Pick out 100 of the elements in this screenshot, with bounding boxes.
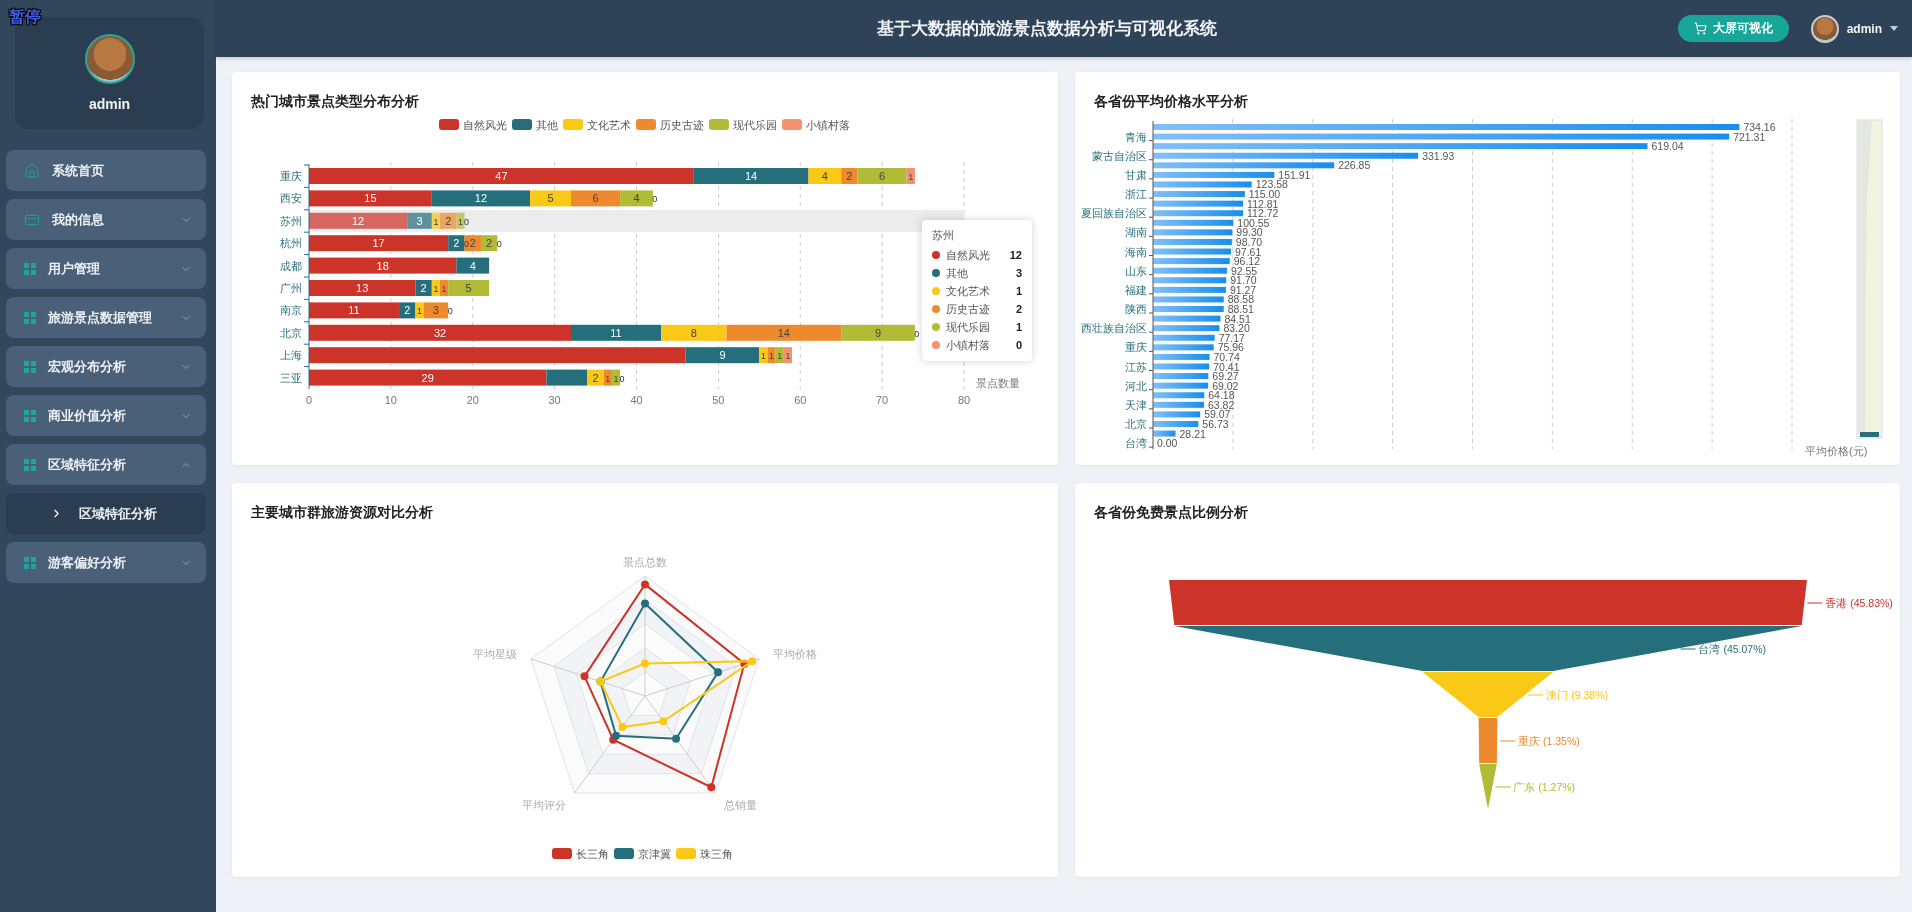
bar-segment bbox=[775, 347, 784, 364]
data-label: 1 bbox=[457, 216, 463, 227]
tick-label: 10 bbox=[384, 394, 397, 406]
submenu-item[interactable]: 区域特征分析 bbox=[6, 493, 206, 534]
axis-label: 三亚 bbox=[280, 371, 302, 384]
legend-label: 自然风光 bbox=[463, 119, 507, 131]
leader-line bbox=[1680, 648, 1696, 650]
data-label: 1 bbox=[605, 373, 611, 384]
axis-label: 杭州 bbox=[280, 237, 302, 250]
legend-item[interactable]: 历史古迹 bbox=[636, 119, 704, 131]
axis-label: 上海 bbox=[280, 349, 302, 362]
app-title: 基于大数据的旅游景点数据分析与可视化系统 bbox=[875, 18, 1218, 40]
grid-icon bbox=[24, 458, 36, 471]
caret-icon[interactable] bbox=[1890, 26, 1898, 31]
data-label: 1 bbox=[908, 172, 914, 182]
menu-item[interactable]: 游客偏好分析 bbox=[6, 542, 206, 583]
bar bbox=[1153, 373, 1209, 380]
data-label: 4 bbox=[821, 170, 828, 182]
data-label: 0 bbox=[464, 216, 470, 227]
data-label: 4 bbox=[633, 192, 640, 205]
zoom-slider-drawing[interactable] bbox=[1856, 119, 1883, 439]
grid-icon bbox=[24, 556, 36, 569]
tooltip-value: 3 bbox=[1015, 267, 1022, 279]
menu-item[interactable]: 用户管理 bbox=[6, 248, 206, 289]
indicator-label: 平均价格 bbox=[772, 648, 817, 661]
data-label: 12 bbox=[474, 192, 488, 205]
leader-line bbox=[1499, 740, 1516, 742]
data-label: 2 bbox=[404, 304, 411, 317]
data-label: 3 bbox=[416, 214, 423, 227]
data-label: 5 bbox=[547, 192, 554, 205]
avatar[interactable] bbox=[1810, 14, 1839, 43]
tooltip-series-name: 自然风光 bbox=[946, 247, 991, 263]
menu-item[interactable]: 区域特征分析 bbox=[6, 444, 206, 485]
axis-label: 重庆 bbox=[1125, 341, 1147, 354]
data-label: 0 bbox=[914, 328, 920, 339]
axis-label: 天津 bbox=[1125, 398, 1147, 411]
axis-label: 甘肃 bbox=[1125, 168, 1147, 181]
axis-label: 江苏 bbox=[1125, 360, 1147, 373]
axis-label: 西壮族自治区 bbox=[1081, 322, 1147, 335]
data-label: 2 bbox=[445, 214, 452, 227]
grid-icon bbox=[24, 360, 36, 373]
data-label: 47 bbox=[495, 170, 508, 182]
card-title: 热门城市景点类型分布分析 bbox=[251, 93, 420, 111]
bar-segment bbox=[611, 369, 621, 386]
tooltip-series-name: 历史古迹 bbox=[946, 301, 991, 317]
tick-label: 0 bbox=[305, 394, 313, 406]
data-label: 0 bbox=[652, 194, 658, 205]
data-label: 14 bbox=[745, 170, 758, 182]
menu-item[interactable]: 我的信息 bbox=[6, 199, 206, 240]
legend-item[interactable]: 现代乐园 bbox=[709, 119, 777, 131]
axis-label: 北京 bbox=[1125, 418, 1147, 430]
legend-item[interactable]: 长三角 bbox=[552, 848, 609, 860]
indicator-label: 总销量 bbox=[724, 798, 757, 811]
data-label: 14 bbox=[777, 326, 790, 339]
data-label: 97.61 bbox=[1234, 245, 1262, 258]
axis-label: 陕西 bbox=[1125, 303, 1147, 315]
tooltip-value: 1 bbox=[1015, 321, 1022, 333]
legend-item[interactable]: 京津冀 bbox=[614, 848, 671, 860]
legend-item[interactable]: 文化艺术 bbox=[563, 119, 631, 131]
data-label: 88.51 bbox=[1227, 303, 1254, 315]
user-name[interactable]: admin bbox=[1846, 21, 1882, 36]
axis-label: 北京 bbox=[280, 326, 302, 339]
legend-label: 现代乐园 bbox=[733, 119, 777, 131]
legend-item[interactable]: 珠三角 bbox=[676, 848, 733, 860]
data-label: 123.58 bbox=[1255, 178, 1288, 191]
grid-icon bbox=[24, 262, 36, 275]
axis-label: 河北 bbox=[1125, 379, 1147, 392]
menu-item[interactable]: 系统首页 bbox=[6, 150, 206, 191]
legend-item[interactable]: 自然风光 bbox=[439, 119, 507, 131]
menu-item[interactable]: 商业价值分析 bbox=[6, 395, 206, 436]
data-label: 1 bbox=[760, 351, 766, 362]
menu-item[interactable]: 宏观分布分析 bbox=[6, 346, 206, 387]
legend-item[interactable]: 其他 bbox=[512, 119, 558, 131]
axis-title: 景点数量 bbox=[976, 377, 1020, 389]
card-title: 主要城市群旅游资源对比分析 bbox=[251, 504, 434, 522]
tooltip-value: 2 bbox=[1015, 303, 1022, 315]
axis-label: 浙江 bbox=[1125, 188, 1147, 201]
data-label: 13 bbox=[356, 282, 369, 294]
legend-item[interactable]: 小镇村落 bbox=[782, 119, 850, 131]
data-label: 17 bbox=[372, 237, 385, 250]
axis-label: 蒙古自治区 bbox=[1092, 149, 1147, 162]
axis-label: 重庆 bbox=[280, 170, 302, 182]
data-label: 2 bbox=[486, 237, 493, 250]
tooltip-series-name: 文化艺术 bbox=[946, 283, 991, 299]
axis-label: 南京 bbox=[280, 304, 302, 317]
menu-item[interactable]: 旅游景点数据管理 bbox=[6, 297, 206, 338]
data-label: 9 bbox=[874, 326, 882, 339]
data-label: 1 bbox=[433, 216, 439, 227]
axis-title: 平均价格(元) bbox=[1805, 445, 1868, 457]
data-label: 5 bbox=[465, 282, 472, 294]
tooltip-value: 12 bbox=[1009, 249, 1022, 261]
data-label: 2 bbox=[420, 282, 427, 294]
tooltip-title: 苏州 bbox=[932, 228, 955, 243]
card-title: 各省份免费景点比例分析 bbox=[1094, 504, 1249, 522]
tooltip-series-name: 其他 bbox=[946, 265, 969, 281]
data-label: 1 bbox=[613, 373, 619, 384]
cart-icon bbox=[1693, 22, 1707, 35]
axis-label: 夏回族自治区 bbox=[1081, 207, 1147, 220]
axis-label: 海南 bbox=[1125, 245, 1147, 258]
data-label: 6 bbox=[592, 192, 599, 205]
